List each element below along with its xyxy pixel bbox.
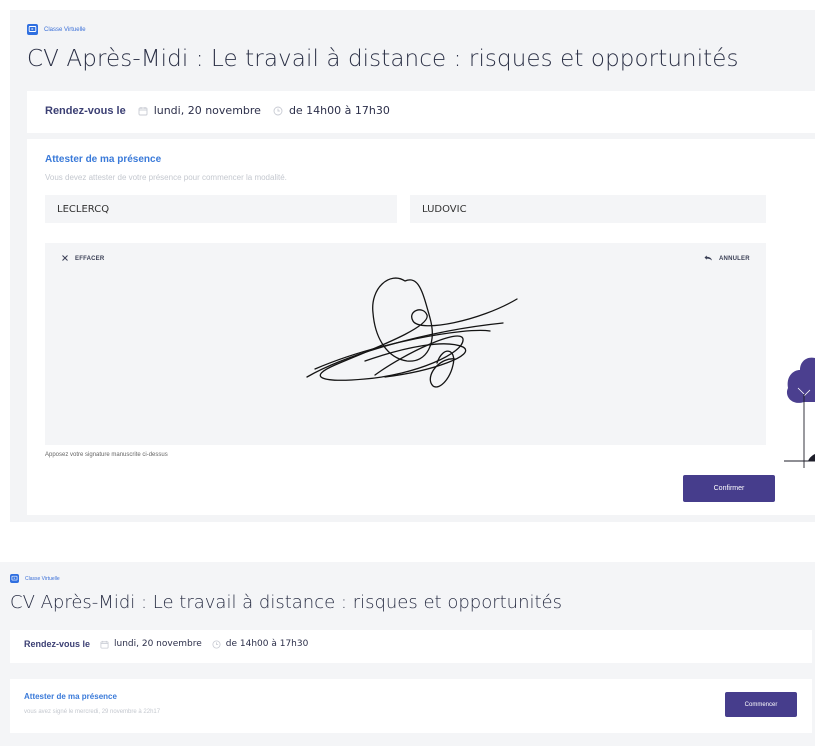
- rdv-date: lundi, 20 novembre: [114, 639, 202, 649]
- clock-icon: [273, 106, 283, 116]
- confirm-button[interactable]: Confirmer: [683, 475, 775, 502]
- rdv-card: Rendez-vous le lundi, 20 novembre de 14h…: [10, 630, 812, 663]
- clock-icon: [212, 639, 221, 649]
- attest-card: Attester de ma présence vous avez signé …: [10, 679, 812, 733]
- rdv-row: Rendez-vous le lundi, 20 novembre de 14h…: [45, 104, 390, 117]
- activity-panel-signing: Classe Virtuelle CV Après-Midi : Le trav…: [10, 10, 815, 522]
- rdv-row: Rendez-vous le lundi, 20 novembre de 14h…: [24, 639, 308, 649]
- tree-illustration: [784, 357, 815, 468]
- attest-subtitle: Vous devez attester de votre présence po…: [45, 173, 287, 182]
- rdv-date: lundi, 20 novembre: [153, 104, 261, 117]
- rdv-time: de 14h00 à 17h30: [225, 639, 309, 649]
- signature-hint: Apposez votre signature manuscrite ci-de…: [45, 452, 168, 458]
- page-title: CV Après-Midi : Le travail à distance : …: [27, 46, 739, 72]
- attest-card: Attester de ma présence Vous devez attes…: [27, 139, 815, 515]
- calendar-icon: [138, 106, 148, 116]
- activity-type: Classe Virtuelle: [10, 574, 60, 583]
- attest-title: Attester de ma présence: [24, 692, 117, 701]
- attest-title: Attester de ma présence: [45, 154, 162, 165]
- virtual-class-icon: [27, 24, 38, 35]
- rdv-card: Rendez-vous le lundi, 20 novembre de 14h…: [27, 91, 815, 133]
- virtual-class-icon: [10, 574, 19, 583]
- start-button[interactable]: Commencer: [725, 692, 797, 717]
- rdv-label: Rendez-vous le: [24, 639, 91, 649]
- activity-type-label: Classe Virtuelle: [25, 575, 60, 582]
- activity-panel-signed: Classe Virtuelle CV Après-Midi : Le trav…: [0, 562, 815, 746]
- activity-type: Classe Virtuelle: [27, 24, 86, 35]
- rdv-time: de 14h00 à 17h30: [288, 104, 390, 117]
- calendar-icon: [100, 640, 109, 649]
- page-title: CV Après-Midi : Le travail à distance : …: [10, 592, 562, 613]
- activity-type-label: Classe Virtuelle: [44, 26, 86, 33]
- signature-drawing: [306, 277, 518, 388]
- attest-signed-status: vous avez signé le mercredi, 29 novembre…: [24, 709, 161, 715]
- first-name-field[interactable]: LUDOVIC: [410, 195, 766, 223]
- last-name-field[interactable]: LECLERCQ: [45, 195, 397, 223]
- signature-pad[interactable]: EFFACER ANNULER: [45, 243, 766, 445]
- rdv-label: Rendez-vous le: [45, 104, 126, 117]
